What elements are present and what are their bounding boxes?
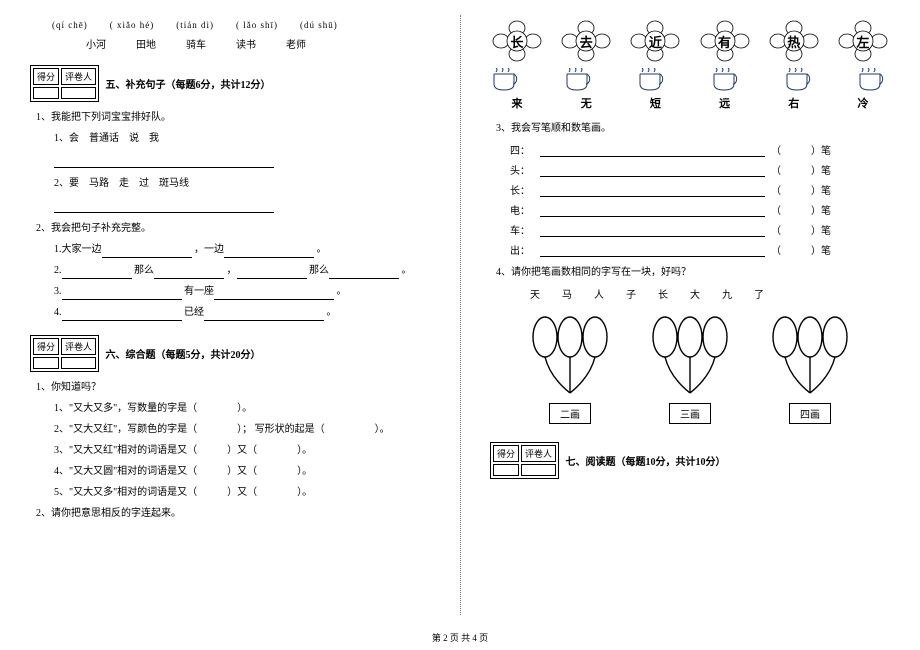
answer-line-1[interactable] [54, 152, 430, 168]
score-label: 得分 [33, 338, 59, 355]
score-box-6: 得分 评卷人 [30, 335, 99, 372]
word-row: 小河 田地 骑车 读书 老师 [86, 36, 430, 51]
word-5: 老师 [286, 36, 306, 51]
label-3: 短 [628, 95, 682, 111]
s5-q2-1[interactable]: 1.大家一边 ，一边 。 [54, 242, 430, 258]
label-2: 无 [559, 95, 613, 111]
q3-intro: 3、我会写笔顺和数笔画。 [496, 121, 890, 137]
stroke-line-6[interactable]: 出：（）笔 [510, 242, 890, 257]
word-3: 骑车 [186, 36, 206, 51]
flower-6: 左 [836, 20, 890, 62]
s5-q2-intro: 2、我会把句子补充完整。 [36, 221, 430, 237]
section-7-title: 七、阅读题（每题10分，共计10分） [566, 453, 726, 468]
score-label: 得分 [33, 68, 59, 85]
balloons-icon [645, 311, 735, 401]
grader-label: 评卷人 [61, 68, 96, 85]
s6-q1-intro: 1、你知道吗？ [36, 380, 430, 396]
bottom-labels: 来 无 短 远 右 冷 [490, 95, 890, 111]
word-2: 田地 [136, 36, 156, 51]
flower-row: 长 去 近 有 热 左 [490, 20, 890, 62]
left-column: (qí chē) ( xiǎo hé) (tián dì) ( lǎo shī)… [0, 0, 460, 620]
stroke-line-3[interactable]: 长：（）笔 [510, 182, 890, 197]
cup-icon [783, 68, 817, 92]
label-1: 来 [490, 95, 544, 111]
section-5-title: 五、补充句子（每题6分，共计12分） [106, 76, 271, 91]
balloons-icon [765, 311, 855, 401]
stroke-line-5[interactable]: 车：（）笔 [510, 222, 890, 237]
pinyin-5: (dú shū) [300, 20, 338, 30]
stroke-line-4[interactable]: 电：（）笔 [510, 202, 890, 217]
s6-q1-1[interactable]: 1、"又大又多"，写数量的字是（ ）。 [54, 401, 430, 417]
grader-label: 评卷人 [521, 445, 556, 462]
word-4: 读书 [236, 36, 256, 51]
s6-q2: 2、请你把意思相反的字连起来。 [36, 506, 430, 522]
s5-q2-4[interactable]: 4. 已经 。 [54, 305, 430, 321]
s5-q2-3[interactable]: 3. 有一座 。 [54, 284, 430, 300]
balloons-icon [525, 311, 615, 401]
s6-q1-2[interactable]: 2、"又大又红"，写颜色的字是（ ）； 写形状的起是（ ）。 [54, 422, 430, 438]
flower-4: 有 [698, 20, 752, 62]
section-7-head: 得分 评卷人 七、阅读题（每题10分，共计10分） [490, 442, 890, 479]
section-5-head: 得分 评卷人 五、补充句子（每题6分，共计12分） [30, 65, 430, 102]
grader-label: 评卷人 [61, 338, 96, 355]
balloon-group-3[interactable]: 四画 [765, 311, 855, 424]
cup-icon [636, 68, 670, 92]
balloon-row: 二画 三画 四画 [510, 311, 870, 424]
q4-intro: 4、请你把笔画数相同的字写在一块，好吗？ [496, 265, 890, 281]
flower-1: 长 [490, 20, 544, 62]
s6-q1-3[interactable]: 3、"又大又红"相对的词语是又（ ）又（ ）。 [54, 443, 430, 459]
stroke-line-1[interactable]: 四：（）笔 [510, 142, 890, 157]
cup-icon [856, 68, 890, 92]
flower-3: 近 [628, 20, 682, 62]
section-6-title: 六、综合题（每题5分，共计20分） [106, 346, 261, 361]
pinyin-3: (tián dì) [176, 20, 214, 30]
cup-icon [710, 68, 744, 92]
pinyin-2: ( xiǎo hé) [110, 20, 154, 30]
word-1: 小河 [86, 36, 106, 51]
label-6: 冷 [836, 95, 890, 111]
cup-icon [490, 68, 524, 92]
s5-q1-1: 1、会 普通话 说 我 [54, 131, 430, 147]
pinyin-4: ( lǎo shī) [236, 20, 278, 30]
s5-q1-intro: 1、我能把下列词宝宝排好队。 [36, 110, 430, 126]
s6-q1-5[interactable]: 5、"又大又多"相对的词语是又（ ）又（ ）。 [54, 485, 430, 501]
s5-q2-2[interactable]: 2. 那么 ， 那么 。 [54, 263, 430, 279]
label-4: 远 [698, 95, 752, 111]
flower-5: 热 [767, 20, 821, 62]
answer-line-2[interactable] [54, 197, 430, 213]
pinyin-row: (qí chē) ( xiǎo hé) (tián dì) ( lǎo shī)… [52, 20, 430, 30]
section-6-head: 得分 评卷人 六、综合题（每题5分，共计20分） [30, 335, 430, 372]
score-box-7: 得分 评卷人 [490, 442, 559, 479]
balloon-group-1[interactable]: 二画 [525, 311, 615, 424]
cup-icon [563, 68, 597, 92]
score-box: 得分 评卷人 [30, 65, 99, 102]
cup-row [490, 68, 890, 92]
balloon-label-1: 二画 [549, 403, 591, 424]
page-footer: 第 2 页 共 4 页 [0, 631, 920, 644]
s6-q1-4[interactable]: 4、"又大又圆"相对的词语是又（ ）又（ ）。 [54, 464, 430, 480]
flower-2: 去 [559, 20, 613, 62]
pinyin-1: (qí chē) [52, 20, 88, 30]
balloon-label-2: 三画 [669, 403, 711, 424]
label-5: 右 [767, 95, 821, 111]
stroke-line-2[interactable]: 头：（）笔 [510, 162, 890, 177]
balloon-label-3: 四画 [789, 403, 831, 424]
s5-q1-2: 2、要 马路 走 过 斑马线 [54, 176, 430, 192]
right-column: 长 去 近 有 热 左 来 无 短 远 右 冷 3、我会写笔顺和数笔画。 四：（… [460, 0, 920, 620]
score-label: 得分 [493, 445, 519, 462]
q4-chars: 天 马 人 子 长 大 九 了 [530, 286, 890, 301]
balloon-group-2[interactable]: 三画 [645, 311, 735, 424]
